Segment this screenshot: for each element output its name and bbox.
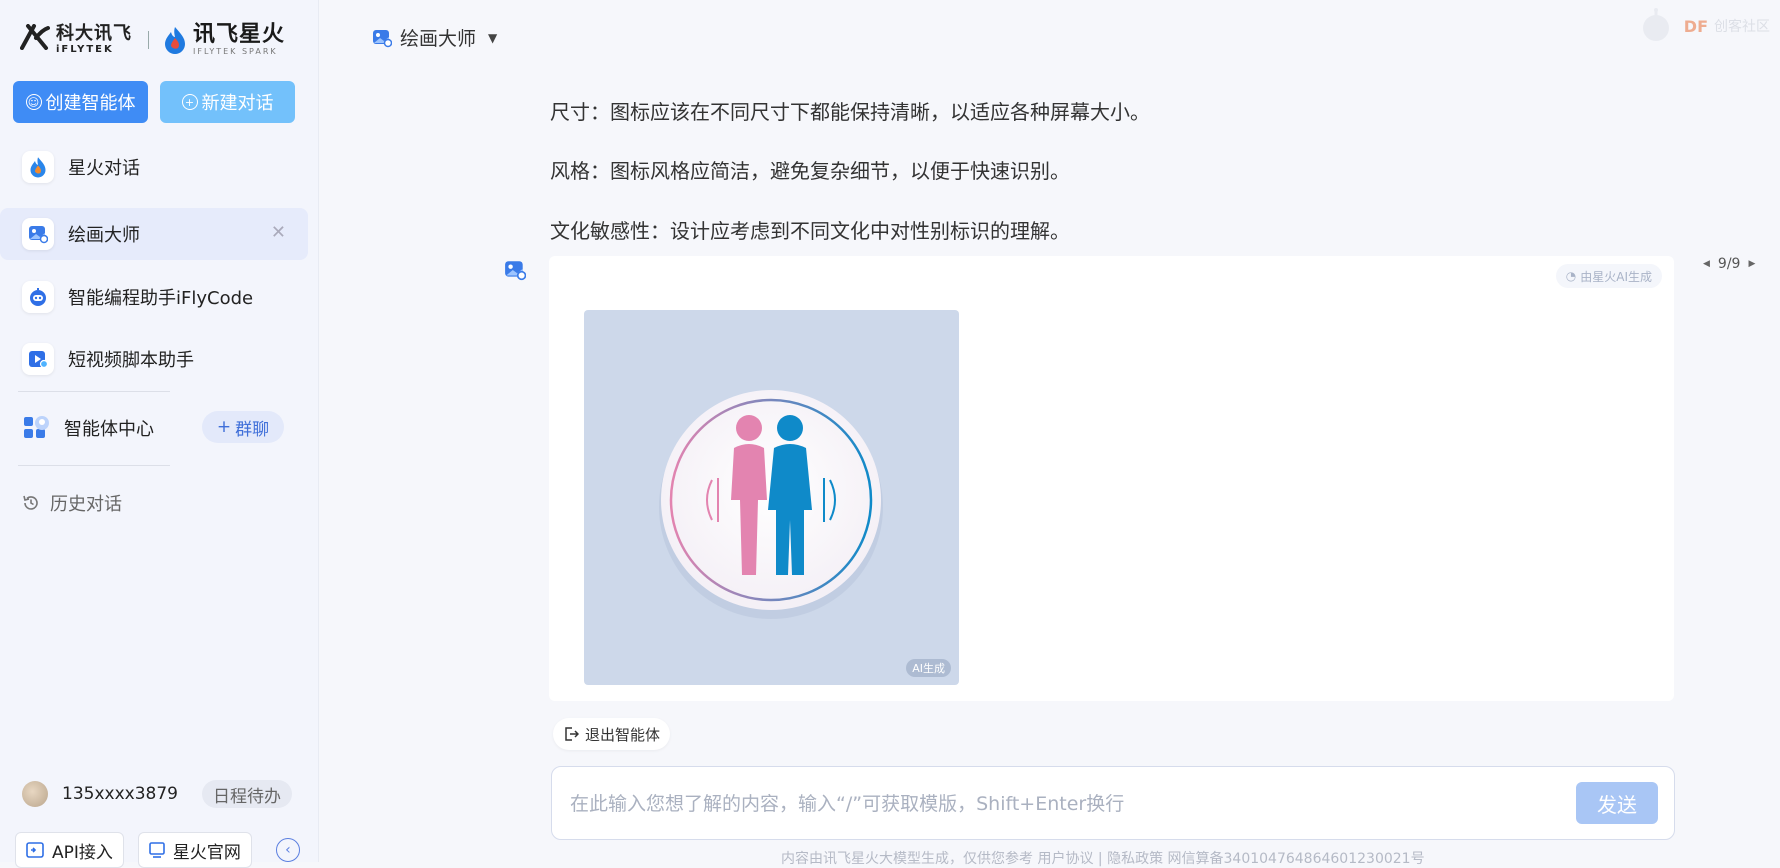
- spark-mini-icon: ◔: [1565, 269, 1577, 283]
- watermark-df: DF: [1683, 16, 1708, 36]
- sidebar-item-label: 智能编程助手iFlyCode: [68, 288, 254, 309]
- exit-icon: [565, 727, 579, 741]
- official-site-button[interactable]: 星火官网: [137, 832, 252, 868]
- ai-generated-label: 由星火AI生成: [1580, 269, 1652, 284]
- spark-flame-icon: [165, 27, 185, 54]
- create-agent-label: 创建智能体: [45, 93, 136, 114]
- exit-agent-label: 退出智能体: [585, 725, 661, 744]
- history-label: 历史对话: [50, 494, 122, 515]
- iflytek-logo: 科大讯飞 iFLYTEK: [20, 23, 132, 57]
- watermark-text: 创客社区: [1714, 19, 1770, 35]
- footer-disclaimer: 内容由讯飞星火大模型生成，仅供您参考 用户协议 | 隐私政策 网信算备34010…: [781, 851, 1425, 867]
- sidebar-divider: [18, 465, 170, 466]
- message-line: 文化敏感性：设计应考虑到不同文化中对性别标识的理解。: [550, 219, 1070, 243]
- prev-page-icon[interactable]: ◀: [1703, 259, 1710, 269]
- sidebar: 科大讯飞 iFLYTEK 讯飞星火 IFLYTEK SPARK ☺ 创建智能体 …: [0, 0, 319, 868]
- sidebar-item-video-script[interactable]: 短视频脚本助手: [0, 333, 308, 385]
- sidebar-item-painting-master[interactable]: 绘画大师 ✕: [0, 208, 308, 260]
- watermark: DF 创客社区: [1638, 8, 1770, 44]
- sidebar-item-spark-chat[interactable]: 星火对话: [0, 141, 308, 193]
- agent-center[interactable]: 智能体中心 + 群聊: [0, 408, 308, 448]
- sidebar-item-label: 绘画大师: [68, 225, 140, 246]
- generated-image[interactable]: AI生成: [584, 310, 959, 685]
- sidebar-item-label: 星火对话: [68, 158, 140, 179]
- avatar[interactable]: [22, 781, 48, 807]
- sidebar-item-iflycode[interactable]: 智能编程助手iFlyCode: [0, 271, 308, 323]
- agent-center-icon: [22, 413, 52, 443]
- agent-center-label: 智能体中心: [64, 419, 154, 440]
- iflytek-mark-icon: [20, 23, 50, 57]
- user-profile[interactable]: 135xxxx3879 日程待办: [22, 778, 292, 810]
- bot-avatar-icon: [505, 261, 526, 281]
- generated-image-card: ◔ 由星火AI生成 AI生成: [549, 256, 1674, 701]
- brand-logos: 科大讯飞 iFLYTEK 讯飞星火 IFLYTEK SPARK: [20, 22, 285, 58]
- official-site-label: 星火官网: [172, 842, 241, 863]
- painting-icon: [22, 218, 54, 250]
- pager-count: 9/9: [1717, 256, 1741, 272]
- iflytek-logo-en: iFLYTEK: [56, 44, 114, 55]
- history-chats[interactable]: 历史对话: [22, 490, 122, 516]
- new-chat-label: 新建对话: [201, 93, 274, 114]
- exit-agent-button[interactable]: 退出智能体: [553, 718, 671, 750]
- message-line: 风格：图标风格应简洁，避免复杂细节，以便于快速识别。: [550, 159, 1070, 183]
- video-icon: [22, 343, 54, 375]
- smile-icon: ☺: [25, 94, 42, 110]
- spark-logo-en: IFLYTEK SPARK: [193, 47, 278, 56]
- spark-logo-cn: 讯飞星火: [193, 22, 286, 47]
- ai-generated-small-tag: AI生成: [906, 659, 951, 677]
- plus-circle-icon: +: [181, 94, 198, 110]
- agent-title: 绘画大师: [400, 28, 477, 50]
- api-access-button[interactable]: API接入: [15, 832, 124, 868]
- chat-input[interactable]: [568, 789, 1552, 819]
- history-icon: [23, 495, 38, 510]
- group-chat-button[interactable]: + 群聊: [202, 411, 284, 443]
- api-icon: [26, 842, 44, 858]
- send-button[interactable]: 发送: [1576, 782, 1658, 824]
- new-chat-button[interactable]: + 新建对话: [160, 81, 295, 123]
- painting-icon: [373, 29, 392, 47]
- caret-down-icon: ▼: [488, 30, 498, 45]
- collapse-sidebar-icon[interactable]: ‹: [275, 838, 300, 862]
- sidebar-divider: [18, 391, 170, 392]
- iflytek-logo-cn: 科大讯飞: [56, 23, 132, 44]
- robot-watermark-icon: [1642, 8, 1669, 41]
- logo-divider: [148, 31, 149, 49]
- website-icon: [149, 842, 165, 858]
- group-chat-label: 群聊: [235, 419, 270, 440]
- message-line: 尺寸：图标应该在不同尺寸下都能保持清晰，以适应各种屏幕大小。: [550, 100, 1150, 124]
- user-name: 135xxxx3879: [62, 784, 178, 804]
- agent-selector[interactable]: 绘画大师 ▼: [372, 24, 497, 51]
- spark-flame-icon: [22, 151, 54, 183]
- api-label: API接入: [52, 842, 113, 863]
- next-page-icon[interactable]: ▶: [1748, 259, 1755, 269]
- create-agent-button[interactable]: ☺ 创建智能体: [13, 81, 148, 123]
- ai-generated-tag: ◔ 由星火AI生成: [1555, 264, 1662, 288]
- spark-logo: 讯飞星火 IFLYTEK SPARK: [163, 24, 285, 56]
- plus-icon: +: [216, 417, 232, 437]
- close-icon[interactable]: ✕: [271, 222, 286, 243]
- schedule-todo-button[interactable]: 日程待办: [202, 780, 292, 808]
- chat-input-box: 发送: [551, 766, 1675, 840]
- robot-icon: [22, 281, 54, 313]
- gender-icon-illustration: [659, 390, 883, 619]
- sidebar-item-label: 短视频脚本助手: [68, 350, 194, 371]
- response-pager: ◀ 9/9 ▶: [1703, 256, 1755, 272]
- main-panel: 绘画大师 ▼ DF 创客社区 尺寸：图标应该在不同尺寸下都能保持清晰，以适应各种…: [319, 0, 1780, 867]
